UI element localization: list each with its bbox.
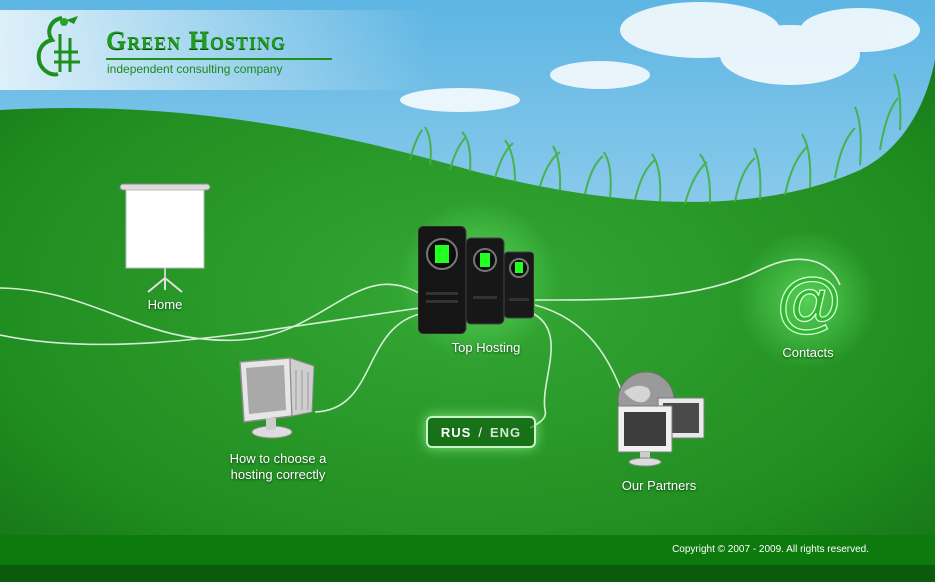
brand-tagline: independent consulting company (107, 62, 283, 76)
lang-eng-link[interactable]: ENG (490, 425, 521, 440)
server-towers-icon (417, 225, 535, 335)
footer-bottom-strip (0, 565, 935, 582)
computer-monitor-icon (239, 357, 315, 439)
brand-name: Green Hosting (106, 26, 286, 55)
nav-top-hosting[interactable] (417, 225, 535, 335)
nav-partners[interactable] (604, 370, 708, 468)
page: Green Hosting independent consulting com… (0, 0, 935, 582)
lang-rus-link[interactable]: RUS (441, 425, 471, 440)
nav-home-label[interactable]: Home (130, 297, 200, 313)
dragon-logo-icon (36, 16, 80, 77)
svg-text:@: @ (777, 270, 841, 336)
at-sign-icon: @ (776, 263, 842, 338)
nav-partners-label[interactable]: Our Partners (609, 478, 709, 494)
nav-top-hosting-label[interactable]: Top Hosting (441, 340, 531, 356)
nav-contacts-label[interactable]: Contacts (768, 345, 848, 361)
projector-screen-icon (119, 183, 211, 293)
logo[interactable]: Green Hosting independent consulting com… (30, 14, 332, 84)
nav-home[interactable] (118, 182, 213, 294)
lang-separator: / (478, 424, 483, 440)
copyright-text: Copyright © 2007 - 2009. All rights rese… (672, 544, 869, 555)
language-switcher[interactable]: RUS / ENG (426, 416, 536, 448)
nav-how-to-choose[interactable] (232, 356, 318, 440)
globe-monitors-icon (617, 371, 705, 467)
nav-contacts[interactable]: @ (776, 263, 842, 338)
nav-how-to-choose-label[interactable]: How to choose a hosting correctly (218, 451, 338, 483)
brand-underline (106, 58, 332, 60)
